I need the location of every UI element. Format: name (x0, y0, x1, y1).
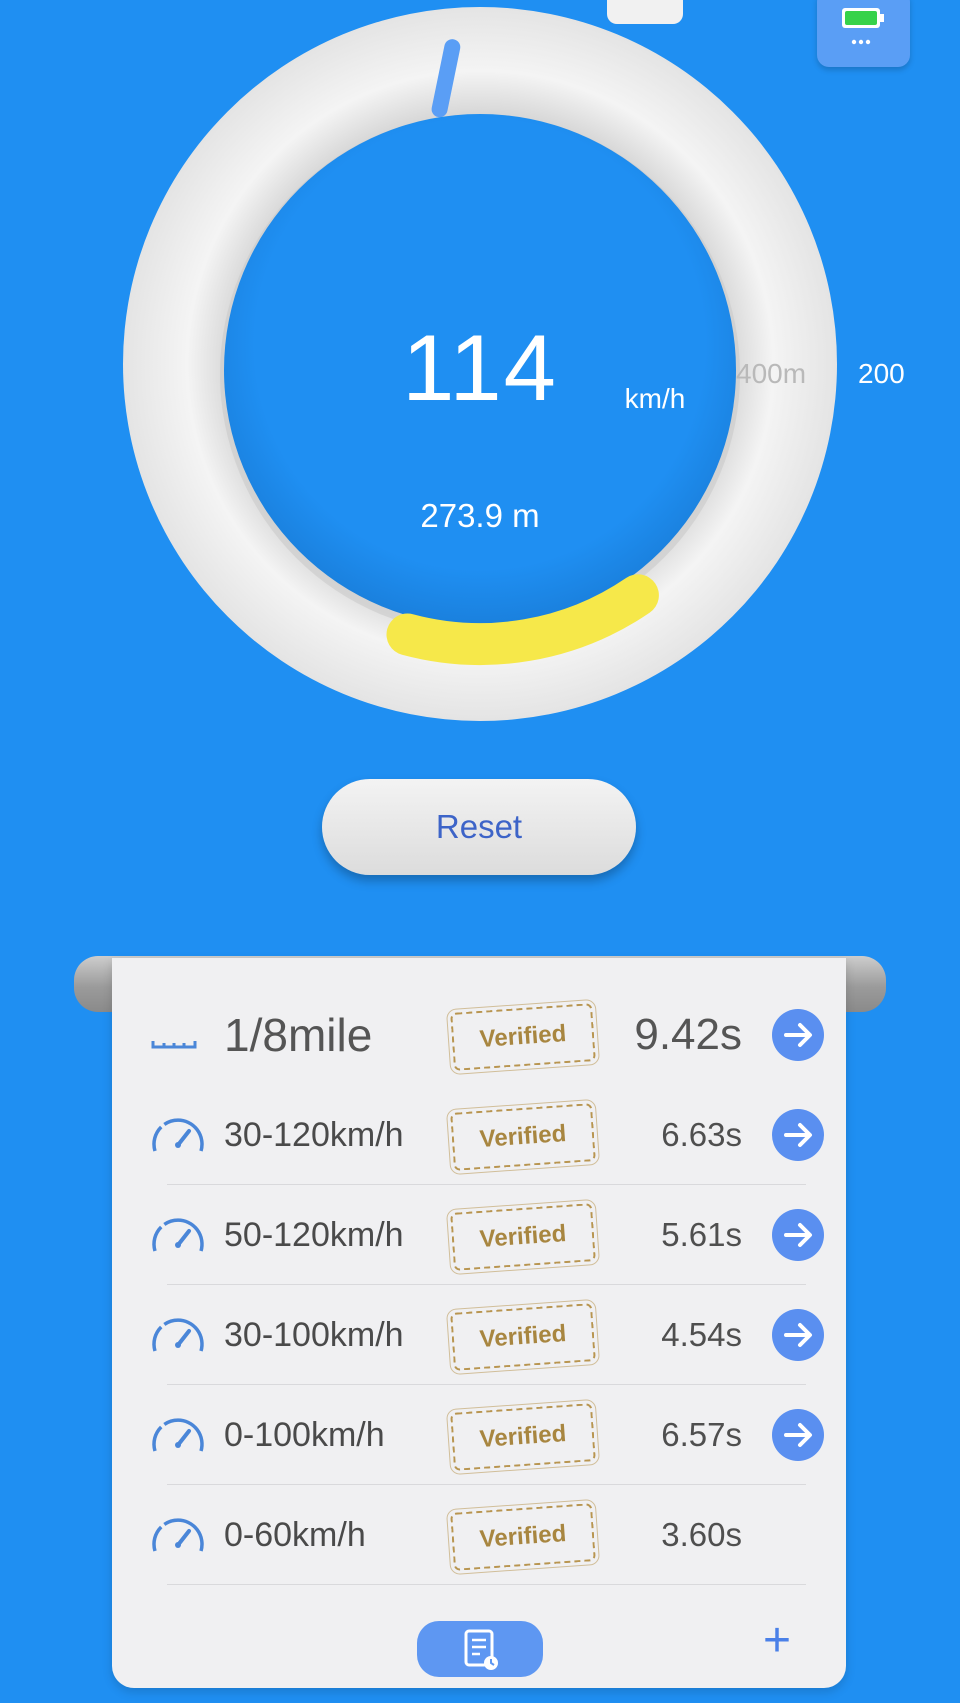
target-distance-label: 400m (736, 358, 807, 389)
result-label: 0-100km/h (224, 1416, 385, 1454)
result-label: 0-60km/h (224, 1516, 366, 1554)
verified-stamp: Verified (446, 1498, 600, 1576)
speedometer-icon (152, 1118, 204, 1152)
result-time: 5.61s (661, 1216, 742, 1253)
detail-arrow-button[interactable] (772, 1009, 824, 1061)
ruler-icon (151, 1041, 197, 1049)
distance-value: 273.9 m (420, 497, 540, 534)
arrow-right-icon (784, 1423, 812, 1447)
result-row[interactable]: 50-120km/h Verified 5.61s (134, 1185, 824, 1285)
result-time: 9.42s (634, 1010, 742, 1059)
result-label: 30-100km/h (224, 1316, 404, 1354)
speedometer-icon (152, 1518, 204, 1552)
records-button[interactable] (417, 1621, 543, 1677)
detail-arrow-button[interactable] (772, 1409, 824, 1461)
result-row[interactable]: 0-100km/h Verified 6.57s (134, 1385, 824, 1485)
verified-stamp: Verified (446, 1298, 600, 1376)
detail-arrow-button[interactable] (772, 1109, 824, 1161)
arrow-right-icon (784, 1223, 812, 1247)
reset-button[interactable]: Reset (322, 779, 636, 875)
arrow-right-icon (784, 1323, 812, 1347)
verified-stamp: Verified (446, 1398, 600, 1476)
result-time: 4.54s (661, 1316, 742, 1353)
row-divider (167, 1584, 806, 1585)
speed-value: 114 (402, 315, 558, 420)
result-label: 1/8mile (224, 1009, 373, 1061)
results-card: 1/8mile Verified 9.42s 30-120km/h Verified 6.… (112, 958, 846, 1688)
speedometer-icon (152, 1218, 204, 1252)
result-label: 30-120km/h (224, 1116, 404, 1154)
verified-stamp: Verified (446, 1198, 600, 1276)
speedometer-icon (152, 1318, 204, 1352)
result-row: 0-60km/h Verified 3.60s (134, 1485, 824, 1585)
verified-stamp: Verified (446, 1098, 600, 1176)
detail-arrow-button[interactable] (772, 1209, 824, 1261)
add-button[interactable]: + (752, 1616, 802, 1666)
result-row[interactable]: 1/8mile Verified 9.42s (134, 985, 824, 1085)
speedometer-icon (152, 1418, 204, 1452)
scale-label: 200 (858, 358, 905, 389)
result-row[interactable]: 30-120km/h Verified 6.63s (134, 1085, 824, 1185)
speed-unit: km/h (624, 383, 686, 414)
arrow-right-icon (784, 1023, 812, 1047)
record-list-icon (464, 1629, 498, 1670)
result-row[interactable]: 30-100km/h Verified 4.54s (134, 1285, 824, 1385)
arrow-right-icon (784, 1123, 812, 1147)
result-time: 6.63s (661, 1116, 742, 1153)
result-time: 6.57s (661, 1416, 742, 1453)
detail-arrow-button[interactable] (772, 1309, 824, 1361)
verified-stamp: Verified (446, 998, 600, 1076)
result-label: 50-120km/h (224, 1216, 404, 1254)
result-time: 3.60s (661, 1516, 742, 1553)
